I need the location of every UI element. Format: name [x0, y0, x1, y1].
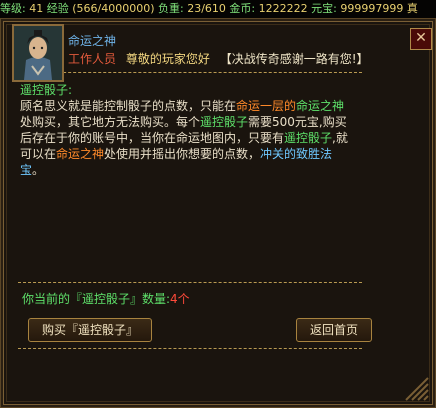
- load-label: 负重:: [158, 2, 184, 15]
- npc-name: 命运之神: [68, 34, 117, 48]
- item-count-line: 你当前的『遥控骰子』数量:4个: [22, 290, 190, 307]
- close-button[interactable]: ✕: [410, 28, 432, 50]
- dialog-header: 命运之神 工作人员 尊敬的玩家您好 【决战传奇感谢一路有您!】: [60, 32, 408, 70]
- close-icon: ✕: [415, 30, 427, 46]
- item-count-value: 4个: [170, 292, 190, 306]
- desc-location: 命运一层的: [236, 99, 297, 113]
- gold-value: 1222222: [258, 2, 308, 15]
- description-paragraph: 顾名思义就是能控制骰子的点数，只能在命运一层的命运之神处购买，其它地方无法购买。…: [20, 98, 350, 178]
- desc-text: 处购买，其它地方无法购买。每个: [20, 115, 201, 129]
- status-extra: 真: [406, 2, 418, 15]
- item-title: 遥控骰子:: [20, 83, 73, 97]
- greeting-text: 尊敬的玩家您好: [125, 52, 210, 66]
- npc-portrait-image: [14, 26, 62, 80]
- divider-bottom: [18, 348, 362, 349]
- desc-item-name: 遥控骰子: [284, 131, 333, 145]
- return-home-button[interactable]: 返回首页: [296, 318, 372, 342]
- desc-text: 。: [32, 163, 45, 177]
- npc-portrait: [12, 24, 64, 82]
- exp-value: (566/4000000): [72, 2, 155, 15]
- desc-npc-name: 命运之神: [56, 147, 105, 161]
- motto-text: 【决战传奇感谢一路有您!】: [219, 52, 369, 66]
- gold-label: 金币:: [229, 2, 256, 15]
- staff-label: 工作人员: [68, 52, 117, 66]
- desc-text: 顾名思义就是能控制骰子的点数，只能在: [20, 99, 237, 113]
- buy-dice-button[interactable]: 购买『遥控骰子』: [28, 318, 152, 342]
- load-value: 23/610: [187, 2, 226, 15]
- yuanbao-label: 元宝:: [311, 2, 337, 15]
- level-value: 41: [29, 2, 44, 15]
- yuanbao-value: 999997999: [340, 2, 404, 15]
- item-description: 遥控骰子: 顾名思义就是能控制骰子的点数，只能在命运一层的命运之神处购买，其它地…: [20, 82, 350, 178]
- status-bar: 等级: 41 经验 (566/4000000) 负重: 23/610 金币: 1…: [0, 0, 436, 18]
- desc-item-name: 遥控骰子: [200, 115, 249, 129]
- desc-text: 处使用并摇出你想要的点数，: [104, 147, 261, 161]
- greeting-line: 工作人员 尊敬的玩家您好 【决战传奇感谢一路有您!】: [68, 50, 369, 67]
- divider-top: [18, 72, 362, 73]
- exp-label: 经验: [46, 2, 69, 15]
- level-label: 等级:: [0, 2, 26, 15]
- resize-grip-icon[interactable]: [402, 374, 432, 404]
- item-count-label: 你当前的『遥控骰子』数量:: [22, 292, 171, 306]
- divider-middle: [18, 282, 362, 283]
- npc-dialog-panel: ✕ 命运之神 工作人员 尊敬的玩家您好 【决战传奇感谢一路有您!】 遥控骰子: …: [0, 18, 436, 408]
- desc-npc-name: 命运之神: [296, 99, 345, 113]
